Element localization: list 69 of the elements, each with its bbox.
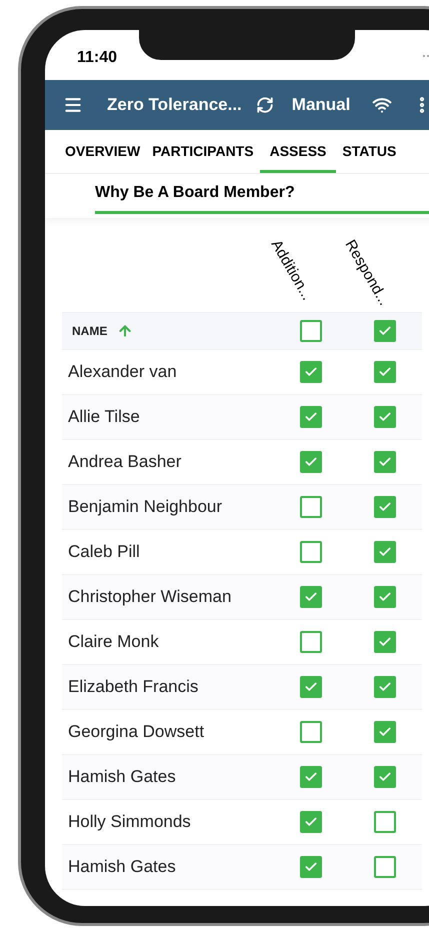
checkbox[interactable] [300, 361, 322, 383]
participant-name: Benjamin Neighbour [67, 496, 224, 518]
checkbox[interactable] [374, 721, 396, 743]
participant-name: Hamish Gates [67, 766, 177, 788]
participant-name: Allie Tilse [67, 406, 141, 428]
check-icon [378, 590, 392, 604]
check-icon [304, 590, 318, 604]
checkbox[interactable] [300, 766, 322, 788]
check-icon [378, 680, 392, 694]
check-icon [378, 410, 392, 424]
checkbox[interactable] [300, 676, 322, 698]
participant-name: Holly Simmonds [67, 811, 192, 834]
check-icon [378, 635, 392, 649]
participant-name: Claire Monk [67, 631, 160, 654]
mode-label: Manual [292, 94, 350, 116]
wifi-icon[interactable] [372, 95, 392, 115]
section-title: Why Be A Board Member? [95, 174, 429, 214]
participant-name: Elizabeth Francis [67, 676, 200, 698]
participant-name: Christopher Wiseman [67, 586, 232, 608]
check-icon [378, 365, 392, 379]
checkbox[interactable] [300, 451, 322, 473]
tab[interactable]: OVERVIEW [59, 130, 146, 173]
check-icon [378, 324, 392, 338]
participant-name: Andrea Basher [67, 451, 182, 474]
app-title: Zero Tolerance... [107, 94, 242, 116]
tab[interactable]: ASSESS [260, 130, 336, 173]
check-icon [378, 770, 392, 784]
checkbox[interactable] [374, 766, 396, 788]
check-icon [304, 455, 318, 469]
checkbox[interactable] [374, 496, 396, 518]
tab[interactable]: PARTICIPANTS [146, 130, 260, 173]
check-icon [378, 500, 392, 514]
status-time: 11:40 [77, 48, 118, 68]
checkbox[interactable] [374, 676, 396, 698]
sync-icon[interactable] [256, 96, 274, 114]
checkbox[interactable] [374, 631, 396, 653]
checkbox[interactable] [374, 586, 396, 608]
tab[interactable]: STATUS [336, 130, 402, 173]
checkbox[interactable] [300, 811, 322, 833]
check-icon [304, 770, 318, 784]
checkbox[interactable] [300, 586, 322, 608]
participant-name: Alexander van [67, 361, 178, 384]
checkbox[interactable] [300, 496, 322, 518]
checkbox[interactable] [300, 721, 322, 743]
checkbox[interactable] [374, 406, 396, 428]
checkbox[interactable] [374, 451, 396, 473]
check-icon [304, 680, 318, 694]
check-icon [378, 725, 392, 739]
menu-icon[interactable] [63, 95, 83, 115]
participant-name: Hamish Gates [67, 856, 177, 878]
checkbox[interactable] [374, 320, 396, 342]
checkbox[interactable] [300, 320, 322, 342]
check-icon [304, 860, 318, 874]
checkbox[interactable] [374, 541, 396, 563]
check-icon [304, 365, 318, 379]
check-icon [304, 410, 318, 424]
name-heading[interactable]: NAME [72, 322, 108, 340]
check-icon [378, 455, 392, 469]
checkbox[interactable] [300, 856, 322, 878]
checkbox[interactable] [300, 631, 322, 653]
checkbox[interactable] [374, 361, 396, 383]
participant-name: Georgina Dowsett [67, 721, 206, 744]
check-icon [378, 545, 392, 559]
checkbox[interactable] [374, 811, 396, 833]
participant-name: Caleb Pill [67, 541, 141, 564]
checkbox[interactable] [374, 856, 396, 878]
checkbox[interactable] [300, 406, 322, 428]
checkbox[interactable] [300, 541, 322, 563]
check-icon [304, 815, 318, 829]
